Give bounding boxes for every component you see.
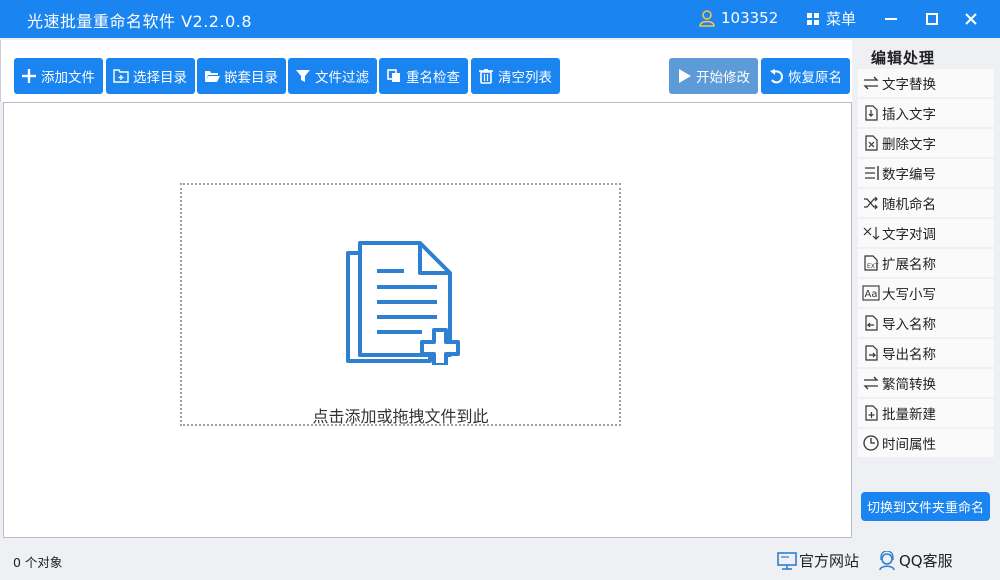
user-icon bbox=[699, 10, 715, 27]
qq-support-link[interactable]: QQ客服 bbox=[877, 550, 953, 571]
case-icon: Aa bbox=[862, 285, 880, 301]
minimize-button[interactable] bbox=[878, 6, 904, 32]
support-agent-icon bbox=[879, 550, 895, 570]
object-count: 0 个对象 bbox=[13, 555, 63, 570]
extension-icon: EXT bbox=[864, 255, 879, 271]
plus-icon bbox=[22, 69, 36, 83]
official-website-link[interactable]: 官方网站 bbox=[777, 550, 859, 571]
sidebar-item-random-name[interactable]: 随机命名 bbox=[858, 189, 994, 217]
user-id: 103352 bbox=[721, 9, 779, 27]
play-icon bbox=[679, 69, 691, 83]
sidebar-item-text-replace[interactable]: 文字替换 bbox=[858, 69, 994, 97]
menu-label: 菜单 bbox=[826, 10, 857, 28]
svg-text:Aa: Aa bbox=[865, 289, 878, 300]
sidebar-title: 编辑处理 bbox=[871, 49, 936, 67]
numbering-icon bbox=[865, 166, 879, 180]
start-modify-button[interactable]: 开始修改 bbox=[669, 58, 758, 94]
trash-icon bbox=[479, 69, 493, 84]
file-list-area[interactable]: 点击添加或拖拽文件到此 bbox=[3, 102, 852, 538]
import-icon bbox=[865, 315, 878, 331]
sidebar-item-extension[interactable]: EXT 扩展名称 bbox=[858, 249, 994, 277]
close-icon bbox=[965, 13, 977, 25]
svg-text:EXT: EXT bbox=[867, 263, 879, 270]
maximize-icon bbox=[926, 13, 938, 25]
select-directory-button[interactable]: 选择目录 bbox=[106, 58, 195, 94]
sidebar-item-case[interactable]: Aa 大写小写 bbox=[858, 279, 994, 307]
filter-icon bbox=[296, 70, 310, 82]
switch-to-folder-rename-button[interactable]: 切换到文件夹重命名 bbox=[861, 492, 990, 521]
swap-icon bbox=[863, 76, 879, 90]
status-bar: 0 个对象 官方网站 QQ客服 bbox=[0, 540, 1000, 580]
sidebar-item-export-names[interactable]: 导出名称 bbox=[858, 339, 994, 367]
file-filter-button[interactable]: 文件过滤 bbox=[288, 58, 377, 94]
sidebar-item-insert-text[interactable]: 插入文字 bbox=[858, 99, 994, 127]
new-file-icon bbox=[865, 405, 878, 421]
exchange-icon bbox=[863, 227, 880, 240]
sidebar-item-time-attributes[interactable]: 时间属性 bbox=[858, 429, 994, 457]
rename-check-button[interactable]: 重名检查 bbox=[379, 58, 468, 94]
sidebar-item-text-swap[interactable]: 文字对调 bbox=[858, 219, 994, 247]
menu-button[interactable]: 菜单 bbox=[806, 8, 856, 29]
close-button[interactable] bbox=[958, 6, 984, 32]
drop-zone-text: 点击添加或拖拽文件到此 bbox=[312, 407, 489, 426]
sidebar-item-batch-create[interactable]: 批量新建 bbox=[858, 399, 994, 427]
restore-name-button[interactable]: 恢复原名 bbox=[761, 58, 850, 94]
sidebar-item-numbering[interactable]: 数字编号 bbox=[858, 159, 994, 187]
add-files-button[interactable]: 添加文件 bbox=[14, 58, 103, 94]
title-bar: 光速批量重命名软件 V2.2.0.8 103352 菜单 bbox=[0, 0, 1000, 38]
nested-directory-button[interactable]: 嵌套目录 bbox=[197, 58, 286, 94]
sidebar-item-convert[interactable]: 繁简转换 bbox=[858, 369, 994, 397]
minimize-icon bbox=[885, 18, 897, 20]
folder-plus-icon bbox=[113, 69, 129, 83]
sidebar-item-delete-text[interactable]: 删除文字 bbox=[858, 129, 994, 157]
edit-sidebar: 编辑处理 文字替换 插入文字 删除文字 数字编号 随机命名 文字对调 EXT 扩… bbox=[853, 40, 1000, 538]
maximize-button[interactable] bbox=[919, 6, 945, 32]
convert-icon bbox=[863, 376, 879, 390]
add-document-icon bbox=[346, 241, 460, 365]
insert-text-icon bbox=[865, 105, 878, 121]
sidebar-item-import-names[interactable]: 导入名称 bbox=[858, 309, 994, 337]
delete-text-icon bbox=[865, 135, 878, 151]
undo-icon bbox=[770, 69, 784, 84]
drop-zone[interactable]: 点击添加或拖拽文件到此 bbox=[180, 183, 621, 426]
monitor-icon bbox=[777, 551, 797, 570]
export-icon bbox=[865, 345, 878, 361]
toolbar: 添加文件 选择目录 嵌套目录 文件过滤 重名检查 清空列表 开始修改 恢复原名 bbox=[0, 40, 852, 102]
duplicate-icon bbox=[387, 69, 400, 82]
clear-list-button[interactable]: 清空列表 bbox=[471, 58, 560, 94]
clock-icon bbox=[863, 435, 879, 451]
folder-open-icon bbox=[205, 71, 220, 82]
shuffle-icon bbox=[864, 196, 878, 210]
user-account[interactable]: 103352 bbox=[697, 8, 778, 28]
grid-menu-icon bbox=[807, 12, 819, 25]
window-title: 光速批量重命名软件 V2.2.0.8 bbox=[27, 12, 253, 31]
